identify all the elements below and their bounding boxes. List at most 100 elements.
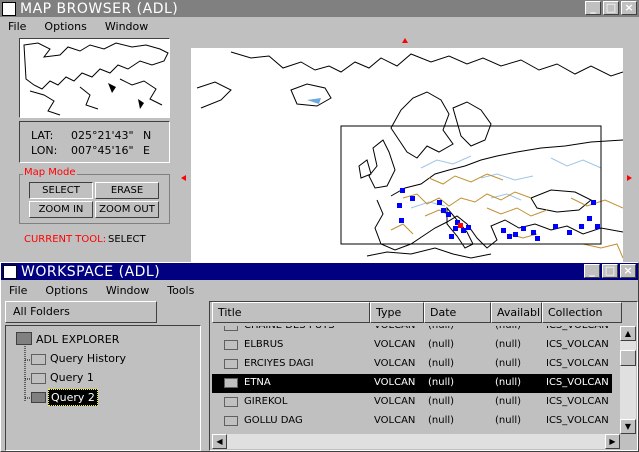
cell-collection: ICS_VOLCAN <box>546 358 609 369</box>
cell-type: VOLCAN <box>374 396 416 407</box>
menu-options[interactable]: Options <box>36 20 96 33</box>
minimize-icon[interactable]: _ <box>584 264 600 278</box>
app-icon: ◉ <box>2 1 16 16</box>
cell-availability: (null) <box>495 377 522 388</box>
lon-label: LON: <box>31 144 58 157</box>
table-row[interactable]: ERCIYES DAGI VOLCAN (null) (null) ICS_VOLCAN <box>212 355 612 374</box>
tree-item-query-history[interactable]: Query History <box>50 352 126 365</box>
scrollbar-thumb[interactable] <box>620 350 636 366</box>
main-map[interactable] <box>191 48 623 262</box>
map-mode-group: Map Mode SELECT ERASE ZOOM IN ZOOM OUT <box>19 167 170 224</box>
map-browser-window: ◉ MAP BROWSER (ADL) _ □ × File Options W… <box>0 0 639 262</box>
cell-title: GIREKOL <box>244 396 288 407</box>
select-button[interactable]: SELECT <box>29 182 93 199</box>
cell-availability: (null) <box>495 415 522 426</box>
document-icon <box>224 359 238 369</box>
map-browser-title: MAP BROWSER (ADL) <box>20 0 179 17</box>
cell-type: VOLCAN <box>374 377 416 388</box>
column-header-collection[interactable]: Collection <box>542 302 622 323</box>
main-map-svg <box>196 51 623 259</box>
cell-title: ELBRUS <box>244 339 284 350</box>
tree-root-label[interactable]: ADL EXPLORER <box>36 333 119 346</box>
cell-collection: ICS_VOLCAN <box>546 415 609 426</box>
cell-availability: (null) <box>495 358 522 369</box>
pan-left-arrow-icon[interactable] <box>181 175 186 181</box>
table-row[interactable]: GOLLU DAG VOLCAN (null) (null) ICS_VOLCAN <box>212 412 612 431</box>
scroll-up-arrow-icon[interactable]: ▲ <box>620 326 636 341</box>
cell-date: (null) <box>428 339 455 350</box>
workspace-titlebar[interactable]: ◉ WORKSPACE (ADL) _ □ × <box>1 263 638 280</box>
folder-icon <box>31 354 46 365</box>
cell-title: ETNA <box>244 377 271 388</box>
menu-options[interactable]: Options <box>37 284 97 297</box>
scroll-left-arrow-icon[interactable]: ◀ <box>212 434 227 449</box>
map-browser-titlebar[interactable]: ◉ MAP BROWSER (ADL) _ □ × <box>0 0 639 17</box>
vertical-scrollbar[interactable]: ▲ ▼ <box>620 326 636 434</box>
workspace-window: ◉ WORKSPACE (ADL) _ □ × File Options Win… <box>0 262 639 452</box>
menu-window[interactable]: Window <box>97 20 158 33</box>
cell-title: CHAINE DES PUYS <box>244 326 335 331</box>
app-icon: ◉ <box>3 264 17 279</box>
cell-date: (null) <box>428 326 454 331</box>
tree-item-query-2[interactable]: Query 2 <box>48 389 98 406</box>
cell-title: ERCIYES DAGI <box>244 358 314 369</box>
maximize-icon[interactable]: □ <box>603 1 619 15</box>
scroll-down-arrow-icon[interactable]: ▼ <box>620 419 636 434</box>
maximize-icon[interactable]: □ <box>602 264 618 278</box>
lat-direction: N <box>143 129 152 142</box>
lon-direction: E <box>143 144 150 157</box>
horizontal-scrollbar[interactable]: ◀ ▶ <box>212 434 620 449</box>
current-tool-label: CURRENT TOOL: <box>24 234 107 245</box>
workspace-title: WORKSPACE (ADL) <box>21 263 161 280</box>
zoom-in-button[interactable]: ZOOM IN <box>29 201 93 218</box>
menu-file[interactable]: File <box>0 20 36 33</box>
coordinate-panel: LAT: 025°21'43" N LON: 007°45'16" E <box>19 121 170 163</box>
menu-file[interactable]: File <box>1 284 37 297</box>
results-table: Title Type Date Availabl Collection CHAI… <box>209 301 638 451</box>
document-icon <box>224 378 238 388</box>
column-header-availability[interactable]: Availabl <box>491 302 542 323</box>
table-row[interactable]: GIREKOL VOLCAN (null) (null) ICS_VOLCAN <box>212 393 612 412</box>
document-icon <box>224 340 238 350</box>
menu-tools[interactable]: Tools <box>159 284 204 297</box>
scroll-right-arrow-icon[interactable]: ▶ <box>605 434 620 449</box>
map-mode-label: Map Mode <box>23 167 77 178</box>
lat-value: 025°21'43" <box>71 129 134 142</box>
column-header-type[interactable]: Type <box>370 302 424 323</box>
tree-item-query-1[interactable]: Query 1 <box>50 371 94 384</box>
cell-type: VOLCAN <box>374 358 416 369</box>
table-row[interactable]: CHAINE DES PUYS VOLCAN (null) (null) ICS_VOL… <box>212 326 612 336</box>
close-icon[interactable]: × <box>620 264 636 278</box>
document-icon <box>224 397 238 407</box>
cell-collection: ICS_VOLCAN <box>546 326 609 331</box>
lat-label: LAT: <box>31 129 54 142</box>
folder-open-icon <box>31 392 46 403</box>
close-icon[interactable]: × <box>621 1 637 15</box>
table-row[interactable]: ELBRUS VOLCAN (null) (null) ICS_VOLCAN <box>212 336 612 355</box>
minimize-icon[interactable]: _ <box>585 1 601 15</box>
column-header-date[interactable]: Date <box>424 302 491 323</box>
menu-window[interactable]: Window <box>98 284 159 297</box>
cell-type: VOLCAN <box>374 326 415 331</box>
cell-availability: (null) <box>495 326 521 331</box>
column-header-title[interactable]: Title <box>212 302 370 323</box>
all-folders-tab[interactable]: All Folders <box>5 301 157 323</box>
table-row[interactable]: ETNA VOLCAN (null) (null) ICS_VOLCAN <box>212 374 612 393</box>
cell-availability: (null) <box>495 396 522 407</box>
cell-title: GOLLU DAG <box>244 415 303 426</box>
erase-button[interactable]: ERASE <box>95 182 159 199</box>
cell-collection: ICS_VOLCAN <box>546 396 609 407</box>
cell-availability: (null) <box>495 339 522 350</box>
zoom-out-button[interactable]: ZOOM OUT <box>95 201 159 218</box>
cell-date: (null) <box>428 377 455 388</box>
cell-collection: ICS_VOLCAN <box>546 339 609 350</box>
cell-date: (null) <box>428 358 455 369</box>
pan-right-arrow-icon[interactable] <box>627 175 632 181</box>
cell-type: VOLCAN <box>374 339 416 350</box>
selected-volcano-point <box>458 223 463 228</box>
cell-collection: ICS_VOLCAN <box>546 377 609 388</box>
pan-up-arrow-icon[interactable] <box>402 38 408 43</box>
overview-map[interactable] <box>19 38 170 118</box>
table-body: CHAINE DES PUYS VOLCAN (null) (null) ICS_VOL… <box>212 326 620 434</box>
pane-splitter[interactable] <box>202 301 208 451</box>
